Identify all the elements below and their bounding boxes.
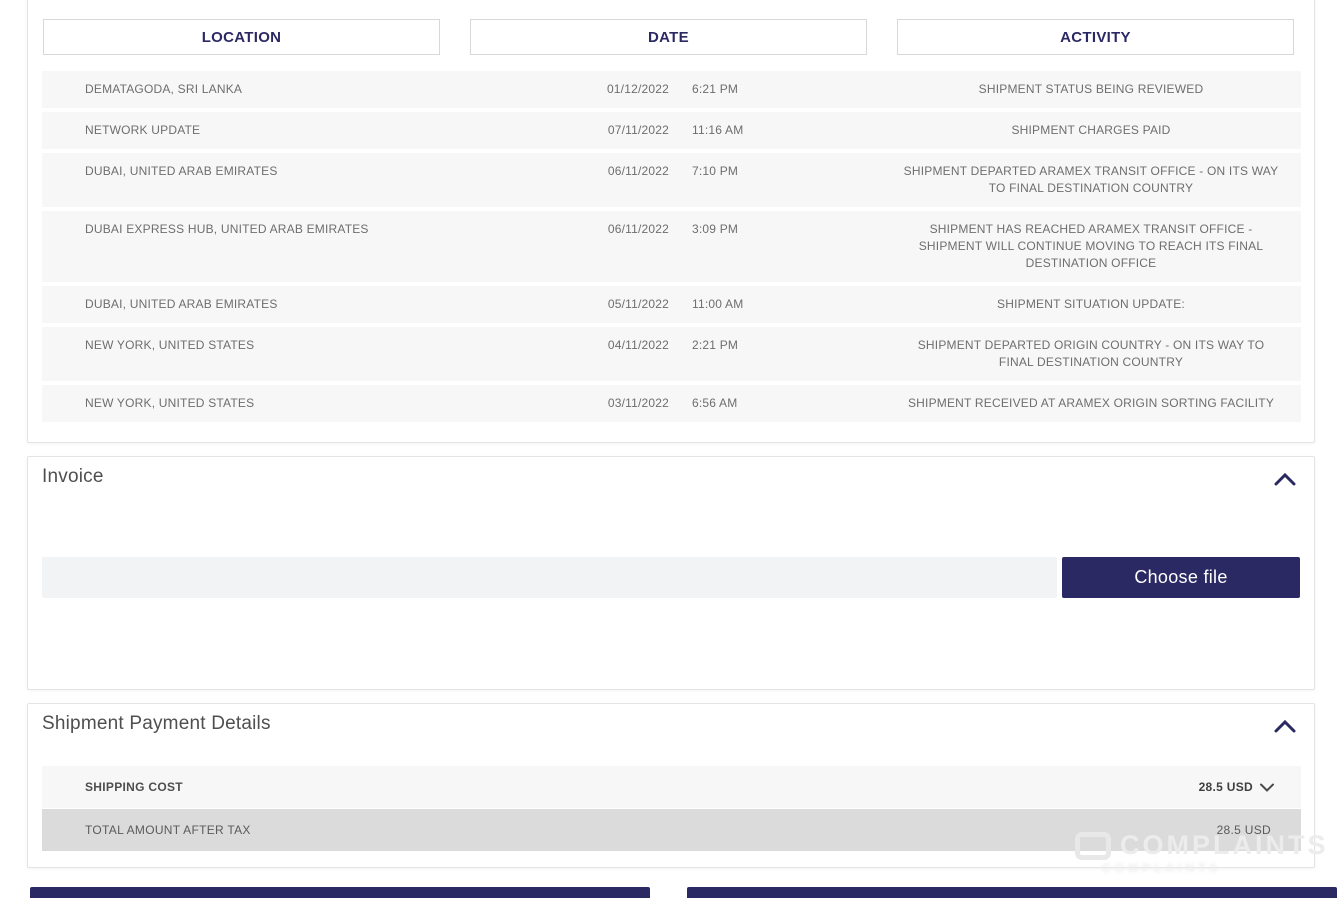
row-location: DUBAI EXPRESS HUB, UNITED ARAB EMIRATES [85,221,561,238]
shipping-cost-row[interactable]: SHIPPING COST 28.5 USD [42,766,1301,808]
table-row: NETWORK UPDATE 07/11/2022 11:16 AM SHIPM… [42,112,1301,149]
chevron-down-icon [1260,783,1274,792]
row-location: DUBAI, UNITED ARAB EMIRATES [85,163,561,180]
table-row: DUBAI, UNITED ARAB EMIRATES 05/11/2022 1… [42,286,1301,323]
shipping-cost-label: SHIPPING COST [85,780,183,794]
row-activity: SHIPMENT STATUS BEING REVIEWED [899,81,1283,98]
row-location: NETWORK UPDATE [85,122,561,139]
table-row: NEW YORK, UNITED STATES 03/11/2022 6:56 … [42,385,1301,422]
tracking-table-header: LOCATION DATE ACTIVITY [43,19,1294,55]
invoice-section: Invoice Choose file [27,456,1315,690]
row-activity: SHIPMENT CHARGES PAID [899,122,1283,139]
invoice-section-title: Invoice [42,466,104,488]
column-header-location: LOCATION [43,19,440,55]
invoice-upload-row: Choose file [42,557,1300,598]
row-date: 06/11/2022 [561,163,669,180]
bottom-button-left[interactable] [30,887,650,898]
row-date: 03/11/2022 [561,395,669,412]
tracking-table-body: DEMATAGODA, SRI LANKA 01/12/2022 6:21 PM… [42,71,1301,426]
column-header-activity: ACTIVITY [897,19,1294,55]
row-location: DUBAI, UNITED ARAB EMIRATES [85,296,561,313]
table-row: DUBAI EXPRESS HUB, UNITED ARAB EMIRATES … [42,211,1301,282]
choose-file-button[interactable]: Choose file [1062,557,1300,598]
chevron-up-icon [1274,720,1296,733]
tracking-history-card: LOCATION DATE ACTIVITY DEMATAGODA, SRI L… [27,0,1315,443]
table-row: DEMATAGODA, SRI LANKA 01/12/2022 6:21 PM… [42,71,1301,108]
column-header-date: DATE [470,19,867,55]
row-time: 3:09 PM [692,221,772,238]
row-time: 6:21 PM [692,81,772,98]
row-location: DEMATAGODA, SRI LANKA [85,81,561,98]
row-time: 2:21 PM [692,337,772,354]
total-after-tax-value: 28.5 USD [1217,823,1271,837]
row-location: NEW YORK, UNITED STATES [85,337,561,354]
chevron-up-icon [1274,473,1296,486]
bottom-button-right[interactable] [687,887,1337,898]
table-row: DUBAI, UNITED ARAB EMIRATES 06/11/2022 7… [42,153,1301,207]
payment-rows: SHIPPING COST 28.5 USD TOTAL AMOUNT AFTE… [42,766,1301,851]
row-activity: SHIPMENT SITUATION UPDATE: [899,296,1283,313]
shipment-tracking-page: LOCATION DATE ACTIVITY DEMATAGODA, SRI L… [0,0,1337,898]
table-row: NEW YORK, UNITED STATES 04/11/2022 2:21 … [42,327,1301,381]
payment-details-section: Shipment Payment Details SHIPPING COST 2… [27,703,1315,868]
amount-text: 28.5 USD [1199,780,1253,794]
row-date: 01/12/2022 [561,81,669,98]
row-activity: SHIPMENT DEPARTED ARAMEX TRANSIT OFFICE … [899,163,1283,197]
row-date: 06/11/2022 [561,221,669,238]
row-time: 11:16 AM [692,122,772,139]
shipping-cost-value: 28.5 USD [1199,780,1274,794]
row-time: 7:10 PM [692,163,772,180]
row-location: NEW YORK, UNITED STATES [85,395,561,412]
row-activity: SHIPMENT DEPARTED ORIGIN COUNTRY - ON IT… [899,337,1283,371]
row-date: 05/11/2022 [561,296,669,313]
total-after-tax-row: TOTAL AMOUNT AFTER TAX 28.5 USD [42,809,1301,851]
payment-collapse-button[interactable] [1272,716,1298,736]
file-name-field[interactable] [42,557,1057,598]
row-time: 11:00 AM [692,296,772,313]
row-activity: SHIPMENT HAS REACHED ARAMEX TRANSIT OFFI… [899,221,1283,272]
total-after-tax-label: TOTAL AMOUNT AFTER TAX [85,823,251,837]
row-time: 6:56 AM [692,395,772,412]
row-date: 07/11/2022 [561,122,669,139]
payment-section-title: Shipment Payment Details [42,713,271,735]
row-date: 04/11/2022 [561,337,669,354]
row-activity: SHIPMENT RECEIVED AT ARAMEX ORIGIN SORTI… [899,395,1283,412]
invoice-collapse-button[interactable] [1272,469,1298,489]
